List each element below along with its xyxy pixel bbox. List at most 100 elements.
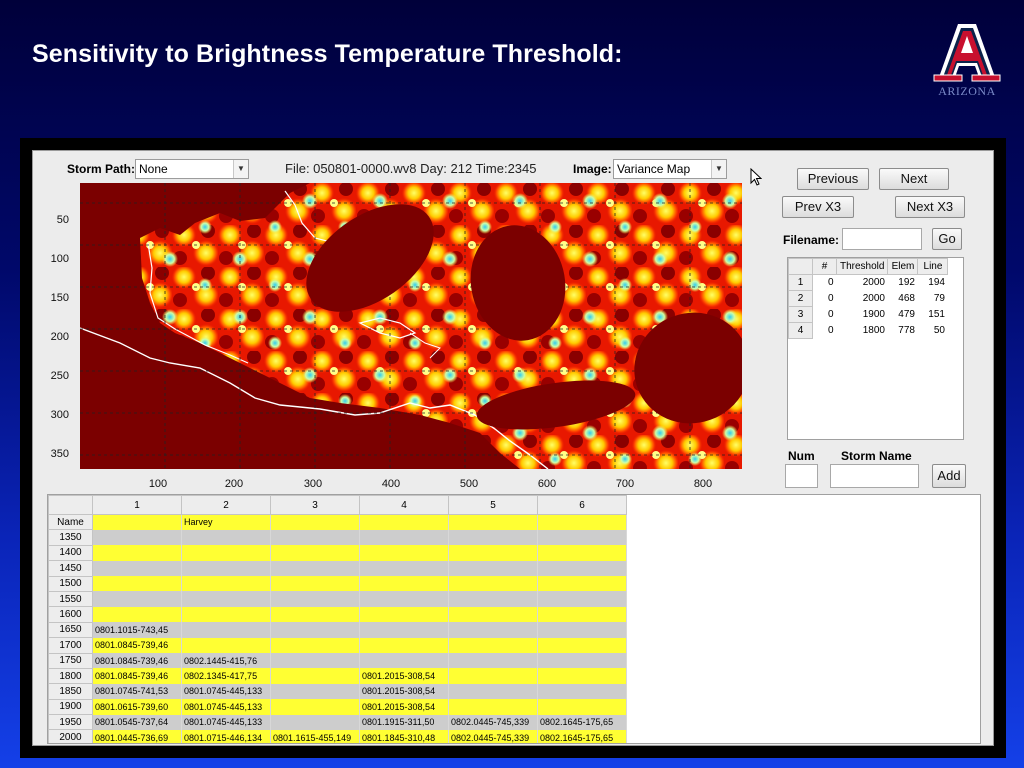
- grid-cell[interactable]: 0801.2015-308,54: [359, 668, 449, 684]
- table-row[interactable]: 2000 0801.0445-736,69 0801.0715-446,134 080…: [48, 729, 627, 743]
- grid-cell[interactable]: 0802.1445-415,76: [181, 653, 271, 669]
- grid-cell[interactable]: [537, 653, 627, 669]
- elem-cell[interactable]: 778: [888, 323, 918, 339]
- grid-cell[interactable]: [181, 637, 271, 654]
- table-row[interactable]: Name Harvey: [48, 513, 627, 531]
- grid-cell[interactable]: [270, 560, 360, 577]
- num-cell[interactable]: 0: [813, 291, 837, 307]
- storm-grid[interactable]: 1 2 3 4 5 6 Name Harvey 1350 1400 1450 1500 15…: [47, 494, 981, 744]
- column-header[interactable]: 3: [270, 495, 360, 515]
- grid-cell[interactable]: [359, 606, 449, 623]
- grid-cell[interactable]: [92, 560, 182, 577]
- grid-cell[interactable]: 0801.1915-311,50: [359, 714, 449, 730]
- table-row[interactable]: 1800 0801.0845-739,46 0802.1345-417,75 0801…: [48, 667, 627, 685]
- add-button[interactable]: Add: [932, 464, 966, 488]
- grid-cell[interactable]: [448, 545, 538, 561]
- grid-cell[interactable]: [270, 668, 360, 684]
- grid-cell[interactable]: [359, 529, 449, 546]
- grid-cell[interactable]: [92, 545, 182, 561]
- grid-cell[interactable]: 0801.2015-308,54: [359, 683, 449, 700]
- table-row[interactable]: 1700 0801.0845-739,46: [48, 637, 627, 654]
- table-row[interactable]: 1500: [48, 575, 627, 592]
- grid-cell[interactable]: [448, 529, 538, 546]
- grid-cell[interactable]: [270, 576, 360, 592]
- table-row[interactable]: 4 0 1800 778 50: [788, 322, 948, 339]
- table-row[interactable]: 1900 0801.0615-739,60 0801.0745-445,133 080…: [48, 698, 627, 716]
- grid-cell[interactable]: [537, 545, 627, 561]
- grid-cell[interactable]: 0801.0845-739,46: [92, 637, 182, 654]
- table-row[interactable]: 1350: [48, 529, 627, 546]
- grid-cell[interactable]: [537, 514, 627, 530]
- table-row[interactable]: 1600: [48, 606, 627, 623]
- grid-cell[interactable]: 0801.0545-737,64: [92, 714, 182, 730]
- grid-cell[interactable]: 0802.0445-745,339: [448, 729, 538, 743]
- grid-cell[interactable]: 0802.1645-175,65: [537, 729, 627, 743]
- threshold-cell[interactable]: 1900: [837, 307, 888, 323]
- line-cell[interactable]: 50: [918, 323, 948, 339]
- variance-map-plot[interactable]: [80, 183, 742, 469]
- grid-cell[interactable]: [270, 622, 360, 638]
- grid-cell[interactable]: [181, 606, 271, 623]
- num-cell[interactable]: 0: [813, 275, 837, 291]
- threshold-cell[interactable]: 2000: [837, 275, 888, 291]
- grid-cell[interactable]: [537, 668, 627, 684]
- grid-cell[interactable]: Harvey: [181, 514, 271, 530]
- grid-cell[interactable]: [92, 606, 182, 623]
- storm-path-select[interactable]: None ▼: [135, 159, 249, 179]
- grid-cell[interactable]: [270, 683, 360, 700]
- grid-cell[interactable]: [270, 545, 360, 561]
- next-button[interactable]: Next: [879, 168, 949, 190]
- table-row[interactable]: 1950 0801.0545-737,64 0801.0745-445,133 080…: [48, 714, 627, 731]
- grid-cell[interactable]: [448, 653, 538, 669]
- elem-cell[interactable]: 192: [888, 275, 918, 291]
- grid-cell[interactable]: [448, 699, 538, 715]
- grid-cell[interactable]: 0801.1615-455,149: [270, 729, 360, 743]
- grid-cell[interactable]: [537, 683, 627, 700]
- grid-cell[interactable]: 0801.1845-310,48: [359, 729, 449, 743]
- grid-cell[interactable]: 0802.0445-745,339: [448, 714, 538, 730]
- threshold-cell[interactable]: 1800: [837, 323, 888, 339]
- grid-cell[interactable]: 0802.1645-175,65: [537, 714, 627, 730]
- prev-x3-button[interactable]: Prev X3: [782, 196, 854, 218]
- grid-cell[interactable]: 0802.1345-417,75: [181, 668, 271, 684]
- grid-cell[interactable]: [270, 653, 360, 669]
- grid-cell[interactable]: [270, 591, 360, 607]
- column-header[interactable]: 5: [448, 495, 538, 515]
- grid-cell[interactable]: [270, 637, 360, 654]
- grid-cell[interactable]: [181, 529, 271, 546]
- num-cell[interactable]: 0: [813, 307, 837, 323]
- grid-cell[interactable]: [181, 545, 271, 561]
- grid-cell[interactable]: [448, 514, 538, 530]
- grid-cell[interactable]: [181, 591, 271, 607]
- grid-cell[interactable]: [92, 591, 182, 607]
- grid-cell[interactable]: [270, 714, 360, 730]
- go-button[interactable]: Go: [932, 228, 962, 250]
- grid-cell[interactable]: [92, 514, 182, 530]
- grid-cell[interactable]: [448, 576, 538, 592]
- grid-cell[interactable]: [537, 529, 627, 546]
- grid-cell[interactable]: [537, 637, 627, 654]
- grid-cell[interactable]: [359, 653, 449, 669]
- grid-cell[interactable]: [359, 576, 449, 592]
- grid-cell[interactable]: [537, 606, 627, 623]
- grid-cell[interactable]: [537, 591, 627, 607]
- grid-cell[interactable]: 0801.0445-736,69: [92, 729, 182, 743]
- grid-cell[interactable]: 0801.0615-739,60: [92, 699, 182, 715]
- grid-cell[interactable]: [359, 545, 449, 561]
- table-row[interactable]: 1450: [48, 560, 627, 577]
- column-header[interactable]: 6: [537, 495, 627, 515]
- grid-cell[interactable]: [448, 606, 538, 623]
- grid-cell[interactable]: [537, 699, 627, 715]
- grid-cell[interactable]: [537, 560, 627, 577]
- table-row[interactable]: 1850 0801.0745-741,53 0801.0745-445,133 080…: [48, 683, 627, 700]
- grid-cell[interactable]: [181, 560, 271, 577]
- table-row[interactable]: 1400: [48, 544, 627, 562]
- grid-cell[interactable]: 0801.0745-445,133: [181, 683, 271, 700]
- num-input[interactable]: [785, 464, 818, 488]
- column-header[interactable]: Line: [917, 258, 949, 275]
- grid-cell[interactable]: [92, 529, 182, 546]
- grid-cell[interactable]: [448, 622, 538, 638]
- table-row[interactable]: 1 0 2000 192 194: [788, 274, 948, 291]
- column-header[interactable]: Threshold: [835, 258, 889, 275]
- column-header[interactable]: 4: [359, 495, 449, 515]
